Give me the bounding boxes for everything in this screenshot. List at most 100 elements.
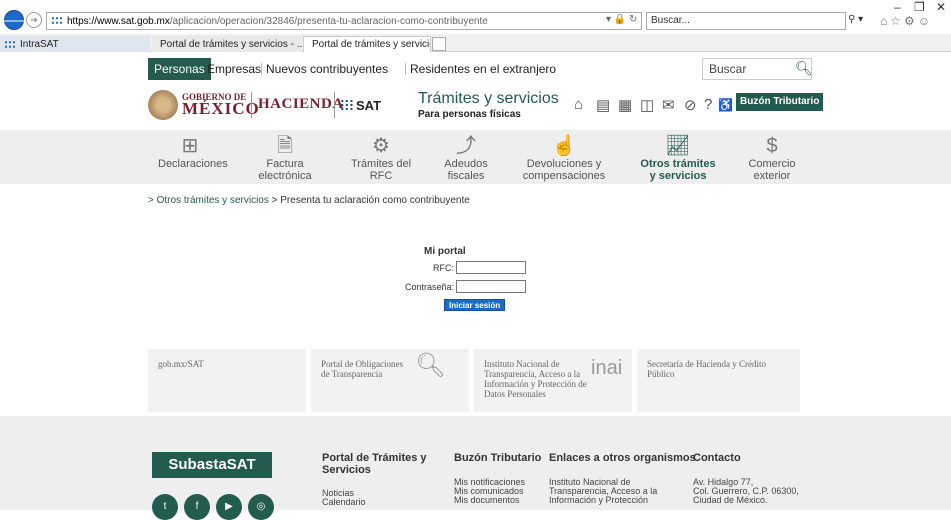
- gobierno-de-mexico-logo[interactable]: GOBIERNO DE MÉXICO: [182, 92, 260, 119]
- footer-col-enlaces-head: Enlaces a otros organismos: [549, 452, 696, 464]
- gobierno-seal-icon: [148, 90, 178, 120]
- hand-pointer-icon: ☝: [551, 135, 577, 157]
- category-label: Trámites del: [350, 158, 412, 170]
- url-host: https://www.sat.gob.mx: [67, 15, 170, 27]
- tab-label: Portal de trámites y servicios - ...: [160, 38, 302, 50]
- help-icon[interactable]: ?: [704, 96, 712, 113]
- mail-icon[interactable]: ✉: [662, 96, 675, 114]
- calendar-icon[interactable]: ▦: [618, 96, 632, 114]
- footer-col-contacto-head: Contacto: [693, 452, 741, 464]
- arrow-right-icon: ➜: [29, 14, 39, 26]
- rfc-label: RFC:: [433, 263, 454, 273]
- link-transparencia[interactable]: Portal de Obligaciones de Transparencia …: [311, 349, 469, 412]
- brand-header: GOBIERNO DE MÉXICO HACIENDA SAT Trámites…: [148, 88, 828, 122]
- page-content: Personas Empresas Nuevos contribuyentes …: [0, 52, 951, 520]
- sat-favicon-icon: [4, 39, 16, 49]
- browser-search-input[interactable]: Buscar...: [646, 12, 846, 30]
- link-shcp[interactable]: Secretaría de Hacienda y Crédito Público: [637, 349, 800, 412]
- footer-link-inai-3[interactable]: Información y Protección: [549, 496, 648, 505]
- nav-personas[interactable]: Personas: [148, 58, 211, 80]
- nav-residentes-extranjero[interactable]: Residentes en el extranjero: [410, 58, 556, 80]
- institution-links: gob.mx/SAT Portal de Obligaciones de Tra…: [148, 349, 800, 412]
- close-icon[interactable]: ✕: [936, 0, 946, 14]
- category-label: RFC: [369, 170, 393, 182]
- tab-intrasat[interactable]: IntraSAT: [0, 36, 150, 52]
- accessibility-icon[interactable]: ♿: [718, 98, 733, 112]
- category-tramites-rfc[interactable]: ⚙ Trámites del RFC: [346, 134, 416, 182]
- invoice-icon: 🗎: [276, 135, 294, 157]
- browser-titlebar: – ❐ ✕ 🡐 ➜ https://www.sat.gob.mx/aplicac…: [0, 0, 951, 34]
- category-label: y servicios: [649, 170, 707, 182]
- forward-button[interactable]: ➜: [26, 12, 42, 28]
- password-input[interactable]: [456, 280, 526, 293]
- money-arrow-icon: ⤴: [456, 135, 476, 157]
- breadcrumb: > Otros trámites y servicios > Presenta …: [148, 195, 470, 206]
- facebook-icon[interactable]: f: [184, 494, 210, 520]
- category-label: electrónica: [258, 170, 312, 182]
- category-label: compensaciones: [522, 170, 606, 182]
- home-icon[interactable]: ⌂: [574, 96, 583, 113]
- buzon-tributario-button[interactable]: Buzón Tributario: [736, 93, 824, 111]
- minimize-icon[interactable]: –: [894, 0, 901, 14]
- sat-logo[interactable]: SAT: [340, 98, 381, 113]
- footer: SubastaSAT t f ▶ ◎ Portal de Trámites y …: [0, 416, 951, 520]
- address-bar[interactable]: https://www.sat.gob.mx/aplicacion/operac…: [46, 12, 642, 30]
- document-icon[interactable]: ▤: [596, 96, 610, 114]
- monitor-chart-icon: 📈︎: [665, 135, 691, 157]
- footer-address-3: Ciudad de México.: [693, 495, 768, 505]
- hacienda-logo[interactable]: HACIENDA: [258, 96, 344, 113]
- link-text: Portal de Obligaciones de Transparencia: [321, 359, 403, 379]
- instagram-icon[interactable]: ◎: [248, 494, 274, 520]
- brand-divider: [334, 92, 335, 118]
- twitter-icon[interactable]: t: [152, 494, 178, 520]
- category-adeudos-fiscales[interactable]: ⤴ Adeudos fiscales: [436, 134, 496, 182]
- book-icon[interactable]: ◫: [640, 96, 654, 114]
- nav-nuevos-contribuyentes[interactable]: Nuevos contribuyentes: [266, 58, 388, 80]
- breadcrumb-current: > Presenta tu aclaración como contribuye…: [268, 195, 470, 206]
- category-factura-electronica[interactable]: 🗎 Factura electrónica: [250, 134, 320, 182]
- footer-link-documentos[interactable]: Mis documentos: [454, 496, 520, 505]
- tab-portal-2-active[interactable]: Portal de trámites y servicio... ×: [303, 36, 431, 52]
- footer-col-portal-head: Portal de Trámites y Servicios: [322, 452, 427, 476]
- breadcrumb-otros-tramites[interactable]: > Otros trámites y servicios: [148, 195, 269, 206]
- lock-refresh-icons[interactable]: ▾ 🔒 ↻: [606, 14, 637, 25]
- nav-divider: [261, 63, 262, 75]
- login-button[interactable]: Iniciar sesión: [444, 299, 506, 311]
- tab-label: IntraSAT: [20, 38, 59, 50]
- category-label: Factura: [266, 158, 304, 170]
- globe-dollar-icon: $: [766, 135, 778, 157]
- search-icon[interactable]: 🔍︎: [795, 60, 813, 77]
- back-button[interactable]: 🡐: [0, 10, 30, 30]
- category-comercio-exterior[interactable]: $ Comercio exterior: [740, 134, 804, 182]
- search-dropdown-icon[interactable]: ⚲ ▾: [848, 14, 863, 25]
- footer-link-calendario[interactable]: Calendario: [322, 498, 366, 507]
- category-label: exterior: [753, 170, 791, 182]
- link-inai[interactable]: Instituto Nacional de Transparencia, Acc…: [474, 349, 632, 412]
- youtube-icon[interactable]: ▶: [216, 494, 242, 520]
- brand-divider: [251, 92, 252, 118]
- link-gob-sat[interactable]: gob.mx/SAT: [148, 349, 306, 412]
- page-section-subtitle: Para personas físicas: [418, 109, 521, 120]
- category-bar: ⊞ Declaraciones 🗎 Factura electrónica ⚙ …: [0, 130, 951, 184]
- tab-portal-1[interactable]: Portal de trámites y servicios - ...: [152, 36, 302, 52]
- top-navigation: Personas Empresas Nuevos contribuyentes …: [0, 58, 951, 80]
- new-tab-button[interactable]: [432, 37, 446, 51]
- tab-bar: IntraSAT Portal de trámites y servicios …: [0, 34, 951, 52]
- compass-icon[interactable]: ⊘: [684, 96, 697, 114]
- category-label: Comercio: [748, 158, 796, 170]
- category-otros-tramites[interactable]: 📈︎ Otros trámites y servicios: [636, 134, 720, 182]
- magnifier-icon: 🔍︎: [415, 353, 446, 379]
- inai-logo: inai: [591, 357, 623, 379]
- password-label: Contraseña:: [404, 282, 454, 292]
- monitor-gear-icon: ⚙: [372, 135, 390, 157]
- subasta-sat-button[interactable]: SubastaSAT: [152, 452, 272, 478]
- rfc-input[interactable]: [456, 261, 526, 274]
- link-text: Secretaría de Hacienda y Crédito Público: [647, 359, 766, 379]
- restore-icon[interactable]: ❐: [914, 0, 925, 14]
- sat-dots-icon: [340, 99, 354, 111]
- nav-empresas[interactable]: Empresas: [207, 58, 261, 80]
- category-declaraciones[interactable]: ⊞ Declaraciones: [158, 134, 228, 170]
- category-devoluciones[interactable]: ☝ Devoluciones y compensaciones: [514, 134, 614, 182]
- favorites-settings-icons[interactable]: ⌂☆⚙☺: [880, 14, 933, 28]
- category-label: Devoluciones y: [526, 158, 602, 170]
